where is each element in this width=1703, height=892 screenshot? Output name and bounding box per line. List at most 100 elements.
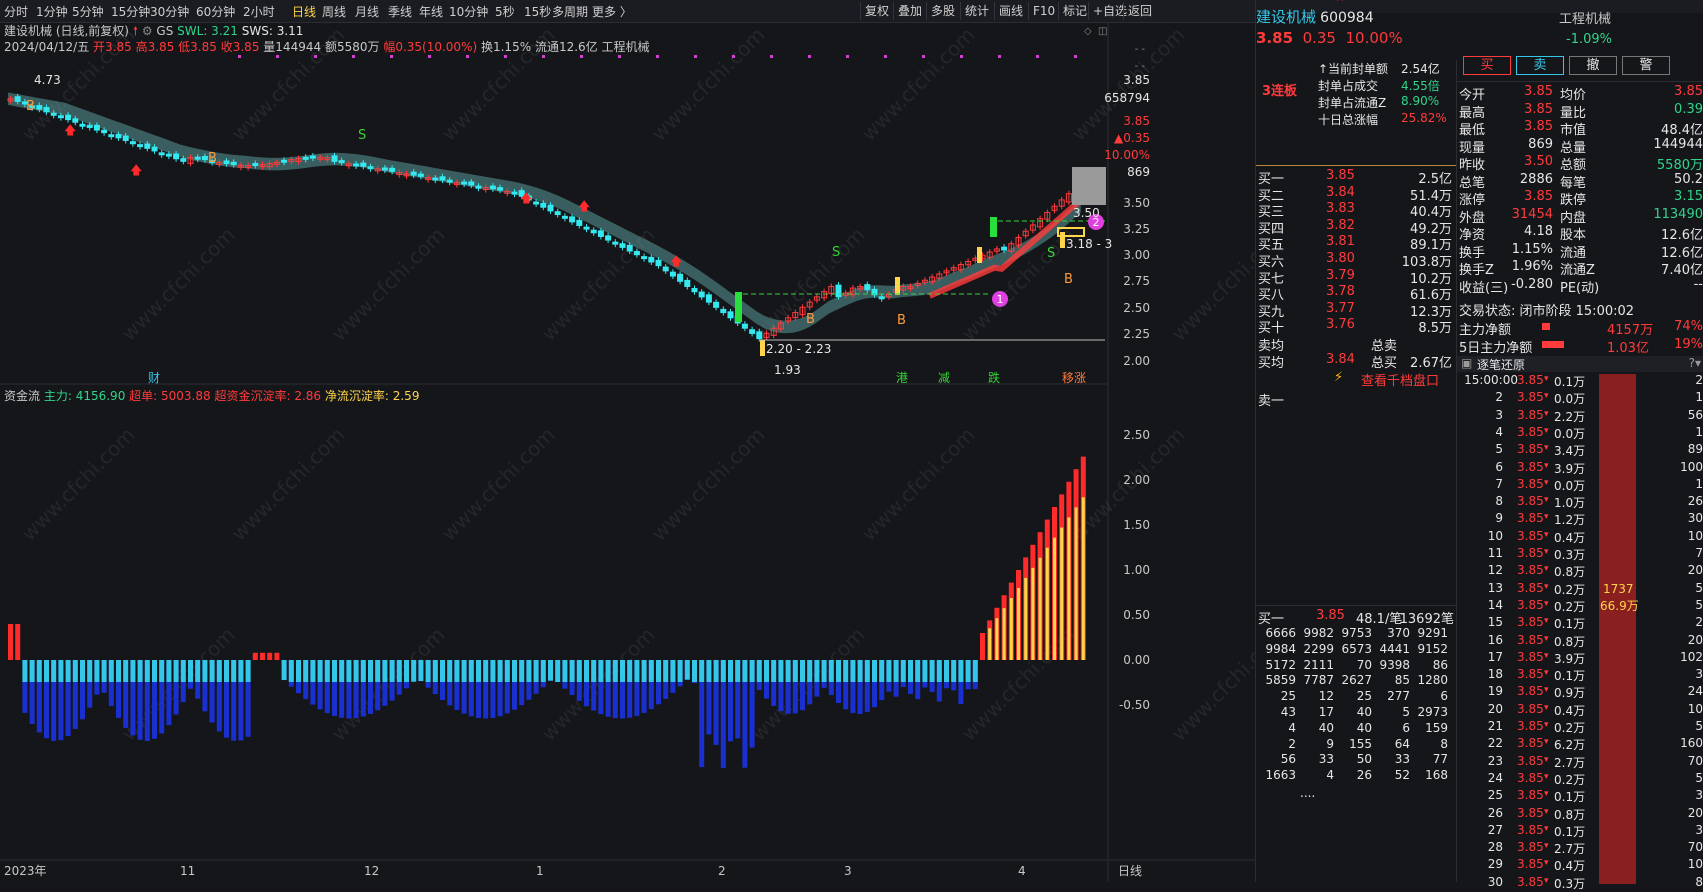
queue-cell: 9291 — [1417, 626, 1448, 640]
tick-count-19: 10 — [1687, 701, 1703, 716]
period-tab-1[interactable]: 1分钟 — [36, 3, 68, 20]
trade-button-2[interactable]: 撤 — [1569, 56, 1617, 75]
fund-bar-light — [965, 660, 971, 682]
event-label-3: 跌 — [988, 370, 1000, 385]
candle — [468, 181, 475, 186]
x-axis-label-1: 11 — [180, 864, 195, 878]
price-axis-tick-5: 2.25 — [1123, 327, 1150, 341]
tick-volume-17: 0.1万 — [1554, 669, 1586, 684]
queue-cell: 2627 — [1341, 673, 1372, 688]
period-tab-9[interactable]: 月线 — [355, 3, 379, 20]
seal-value-3: 25.82% — [1401, 111, 1447, 125]
tick-price-28: 3.85 — [1517, 857, 1544, 872]
candle — [720, 308, 727, 314]
gear-icon[interactable]: ⚙ — [142, 24, 153, 38]
level-label: 3.50 — [1073, 206, 1100, 220]
tick-price-22: 3.85 — [1517, 753, 1544, 768]
trade-button-0[interactable]: 买 — [1463, 56, 1511, 75]
price-axis-info-5: 869 — [1127, 165, 1150, 179]
toolbar-action-1[interactable]: 叠加 — [893, 2, 926, 20]
toolbar-action-4[interactable]: 画线 — [994, 2, 1027, 20]
period-tab-16[interactable]: 更多 〉 — [592, 3, 632, 20]
fund-bar-yellow — [1002, 608, 1006, 660]
tick-arrow-icon-6: ▾ — [1544, 477, 1549, 488]
period-tab-12[interactable]: 10分钟 — [449, 3, 488, 20]
period-tab-14[interactable]: 15秒 — [524, 3, 551, 20]
tick-time-12: 13 — [1487, 580, 1503, 595]
queue-cell: 6666 — [1265, 626, 1296, 640]
period-tab-15[interactable]: 多周期 — [552, 3, 588, 20]
seal-label-2: 封单占流通Z — [1318, 96, 1387, 110]
trade-button-3[interactable]: 警 — [1622, 56, 1670, 75]
toolbar-action-5[interactable]: F10 — [1028, 2, 1059, 20]
fund-bar-light — [22, 660, 28, 682]
candle — [691, 287, 698, 293]
fund-bar-light — [951, 660, 957, 682]
period-tab-4[interactable]: 30分钟 — [150, 3, 189, 20]
period-tab-11[interactable]: 年线 — [419, 3, 443, 20]
view-levels-link[interactable]: 查看千档盘口 — [1361, 370, 1439, 389]
tick-time-5: 6 — [1495, 459, 1503, 474]
queue-cell: 6573 — [1341, 641, 1372, 656]
candle — [338, 160, 345, 164]
queue-cell: 4 — [1288, 720, 1296, 735]
fund-bar — [267, 652, 273, 660]
fund-bar-light — [756, 660, 762, 682]
fund-title: 资金流 — [4, 389, 41, 403]
tick-arrow-icon-9: ▾ — [1544, 529, 1549, 540]
toolbar-action-8[interactable]: 返回 — [1123, 2, 1156, 20]
signal-s-7: S — [358, 128, 366, 143]
tick-price-4: 3.85 — [1517, 442, 1544, 457]
tick-time-26: 27 — [1487, 822, 1503, 837]
fund-bar-light — [519, 660, 525, 682]
fund-bar-light — [166, 660, 172, 682]
period-tab-8[interactable]: 周线 — [322, 3, 346, 20]
bid-price-0: 3.85 — [1326, 168, 1355, 183]
watermark-text: www.cfchi.com — [537, 623, 660, 746]
trade-button-1[interactable]: 卖 — [1516, 56, 1564, 75]
period-tab-10[interactable]: 季线 — [388, 3, 412, 20]
stat-label-6-b: 跌停 — [1560, 193, 1587, 208]
tick-toggle-icon[interactable]: ▣ — [1461, 356, 1472, 370]
period-tab-5[interactable]: 60分钟 — [196, 3, 235, 20]
candle — [540, 202, 547, 208]
price-axis-info-3: ▲0.35 — [1114, 131, 1150, 145]
toolbar-action-3[interactable]: 统计 — [960, 2, 993, 20]
fund-bar-light — [101, 660, 107, 682]
fund-bar-light — [468, 660, 474, 682]
period-tab-3[interactable]: 15分钟 — [111, 3, 150, 20]
x-axis-label-0: 2023年 — [4, 864, 47, 878]
period-tab-13[interactable]: 5秒 — [495, 3, 515, 20]
period-tab-0[interactable]: 分时 — [4, 3, 28, 20]
tick-menu-icon[interactable]: ?▾ — [1689, 356, 1701, 370]
toolbar-action-0[interactable]: 复权 — [860, 2, 893, 20]
toolbar-action-6[interactable]: 标记 — [1058, 2, 1091, 20]
chart-area[interactable]: www.cfchi.com www.cfchi.com www.cfchi.com w… — [0, 22, 1255, 882]
fund-bar-light — [684, 660, 690, 680]
fund-bar-light — [612, 660, 618, 682]
toolbar-action-2[interactable]: 多股 — [926, 2, 959, 20]
candle — [677, 273, 684, 282]
candle — [878, 296, 885, 300]
fund-axis-tick-3: 1.00 — [1123, 563, 1150, 577]
price-axis-info-1: 658794 — [1104, 91, 1150, 105]
ohlc-low: 低3.85 — [178, 40, 217, 54]
fund-bar-yellow — [1053, 537, 1056, 660]
stat-value-2-a: 3.85 — [1524, 119, 1553, 134]
bid-price-5: 3.80 — [1326, 251, 1355, 266]
stat-label-8-b: 股本 — [1560, 228, 1587, 243]
stats-column: 买卖撤警今开 3.85 均价 3.85 最高 3.85 量比 0.39 最低 3.85 市值 48.4… — [1456, 56, 1703, 891]
kline-chart[interactable]: www.cfchi.com www.cfchi.com www.cfchi.com w… — [0, 22, 1255, 882]
candle — [86, 124, 93, 128]
fund-bar-light — [735, 660, 741, 682]
fund-bar-light — [324, 660, 330, 682]
queue-cell: 40 — [1318, 720, 1334, 735]
period-tab-7[interactable]: 日线 — [292, 3, 316, 20]
sector-name[interactable]: 工程机械 — [1559, 8, 1611, 27]
event-dot — [466, 55, 469, 58]
candle — [713, 301, 720, 308]
period-tab-2[interactable]: 5分钟 — [72, 3, 104, 20]
period-tab-6[interactable]: 2小时 — [243, 3, 275, 20]
price-change: 0.35 — [1302, 29, 1336, 47]
candle — [129, 141, 136, 145]
